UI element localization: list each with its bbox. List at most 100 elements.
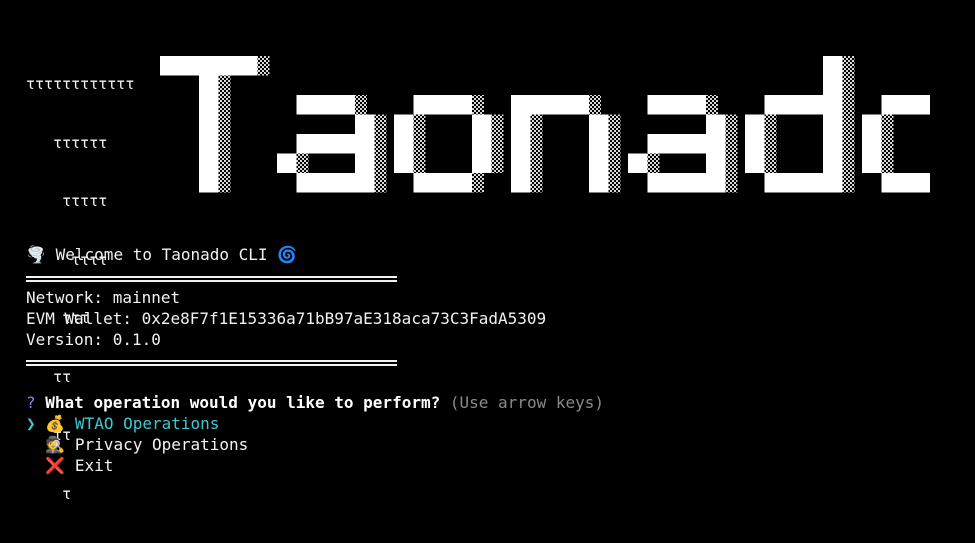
menu-item-label: Exit xyxy=(74,456,114,475)
logo-line: ττττττ xyxy=(26,133,108,152)
banner-pixel xyxy=(920,95,930,115)
banner-pixel xyxy=(589,173,609,193)
terminal-window: ττττττττττττ ττττττ τττττ ττττ τττ ττ ττ… xyxy=(0,0,975,503)
banner-pixel xyxy=(394,153,414,173)
question-mark-icon: ? xyxy=(26,393,36,412)
banner-pixel xyxy=(784,95,804,115)
banner-pixel xyxy=(550,95,570,115)
banner-pixel xyxy=(413,95,433,115)
banner-pixel xyxy=(199,75,219,95)
banner-pixel xyxy=(511,173,531,193)
banner-pixel xyxy=(511,95,531,115)
menu-item-label: Privacy Operations xyxy=(74,435,249,454)
banner-pixel xyxy=(355,134,375,154)
banner-pixel xyxy=(589,134,609,154)
menu-item-wtao-operations[interactable]: ❯ 💰 WTAO Operations xyxy=(26,413,219,434)
banner-pixel xyxy=(686,134,706,154)
prompt-question: What operation would you like to perform… xyxy=(45,393,441,412)
menu-item-privacy-operations[interactable]: 🕵️ Privacy Operations xyxy=(26,434,248,455)
banner-pixel xyxy=(316,95,336,115)
banner-pixel xyxy=(745,134,765,154)
banner-pixel xyxy=(472,153,492,173)
welcome-line: 🌪️ Welcome to Taonado CLI 🌀 xyxy=(26,244,297,265)
banner-pixel xyxy=(277,153,297,173)
banner-pixel xyxy=(179,56,199,76)
banner-pixel xyxy=(530,95,550,115)
banner-pixel xyxy=(589,114,609,134)
banner-pixel xyxy=(823,75,843,95)
banner-pixel xyxy=(667,173,687,193)
banner-pixel xyxy=(355,173,375,193)
banner-pixel xyxy=(803,95,823,115)
banner-pixel xyxy=(355,153,375,173)
banner-pixel xyxy=(667,95,687,115)
banner-pixel xyxy=(335,173,355,193)
banner-pixel xyxy=(706,134,726,154)
banner-pixel xyxy=(823,56,843,76)
banner-pixel xyxy=(569,95,589,115)
banner-pixel xyxy=(647,95,667,115)
banner-pixel xyxy=(764,95,784,115)
banner-pixel xyxy=(472,114,492,134)
banner-pixel xyxy=(452,95,472,115)
banner-pixel xyxy=(667,134,687,154)
banner-pixel xyxy=(199,173,219,193)
operation-prompt: ? What operation would you like to perfo… xyxy=(26,392,604,413)
banner-pixel xyxy=(296,134,316,154)
prompt-hint: (Use arrow keys) xyxy=(449,393,604,412)
banner-pixel xyxy=(511,134,531,154)
banner-pixel xyxy=(764,173,784,193)
banner-pixel xyxy=(706,173,726,193)
banner-pixel xyxy=(199,114,219,134)
banner-pixel xyxy=(628,153,648,173)
banner-pixel xyxy=(745,114,765,134)
banner-pixel xyxy=(920,173,930,193)
banner-pixel xyxy=(296,95,316,115)
detective-icon: 🕵️ xyxy=(45,435,66,454)
banner-pixel xyxy=(862,134,882,154)
banner-pixel xyxy=(394,114,414,134)
wallet-address: 0x2e8F7f1E15336a71bB97aE318aca73C3FadA53… xyxy=(141,309,547,328)
banner-pixel xyxy=(647,173,667,193)
version-line: Version: 0.1.0 xyxy=(26,329,161,350)
logo-line: τττττ xyxy=(26,192,108,210)
banner-pixel xyxy=(335,95,355,115)
banner-pixel xyxy=(199,153,219,173)
banner-pixel xyxy=(862,114,882,134)
banner-pixel xyxy=(862,153,882,173)
banner-pixel xyxy=(803,173,823,193)
banner-pixel xyxy=(199,56,219,76)
banner-pixel xyxy=(199,95,219,115)
banner-pixel xyxy=(784,173,804,193)
menu-item-label: WTAO Operations xyxy=(74,414,220,433)
banner-pixel xyxy=(881,173,901,193)
cross-mark-icon: ❌ xyxy=(45,456,66,475)
menu-item-exit[interactable]: ❌ Exit xyxy=(26,455,113,476)
logo-line: τ xyxy=(26,484,72,503)
logo-line: ττττττττττττ xyxy=(26,75,135,93)
separator-bottom xyxy=(26,350,397,371)
banner-pixel xyxy=(472,134,492,154)
banner-pixel xyxy=(238,56,258,76)
network-line: Network: mainnet xyxy=(26,287,180,308)
banner-pixel xyxy=(296,173,316,193)
banner-pixel xyxy=(881,95,901,115)
version-label: Version: xyxy=(26,330,113,349)
banner-pixel xyxy=(433,173,453,193)
money-bag-icon: 💰 xyxy=(45,414,66,433)
banner-pixel xyxy=(686,95,706,115)
banner-pixel xyxy=(901,173,921,193)
version-value: 0.1.0 xyxy=(112,330,161,349)
banner-pixel xyxy=(823,134,843,154)
banner-pixel xyxy=(823,114,843,134)
banner-pixel xyxy=(647,134,667,154)
banner-pixel xyxy=(394,134,414,154)
banner-pixel xyxy=(589,153,609,173)
banner-pixel xyxy=(823,153,843,173)
banner-pixel xyxy=(160,56,180,76)
welcome-text: Welcome to Taonado CLI xyxy=(55,245,268,264)
taonado-pixel-banner xyxy=(160,56,930,193)
tornado-icon: 🌪️ xyxy=(26,245,46,264)
banner-pixel xyxy=(901,95,921,115)
banner-pixel xyxy=(452,173,472,193)
